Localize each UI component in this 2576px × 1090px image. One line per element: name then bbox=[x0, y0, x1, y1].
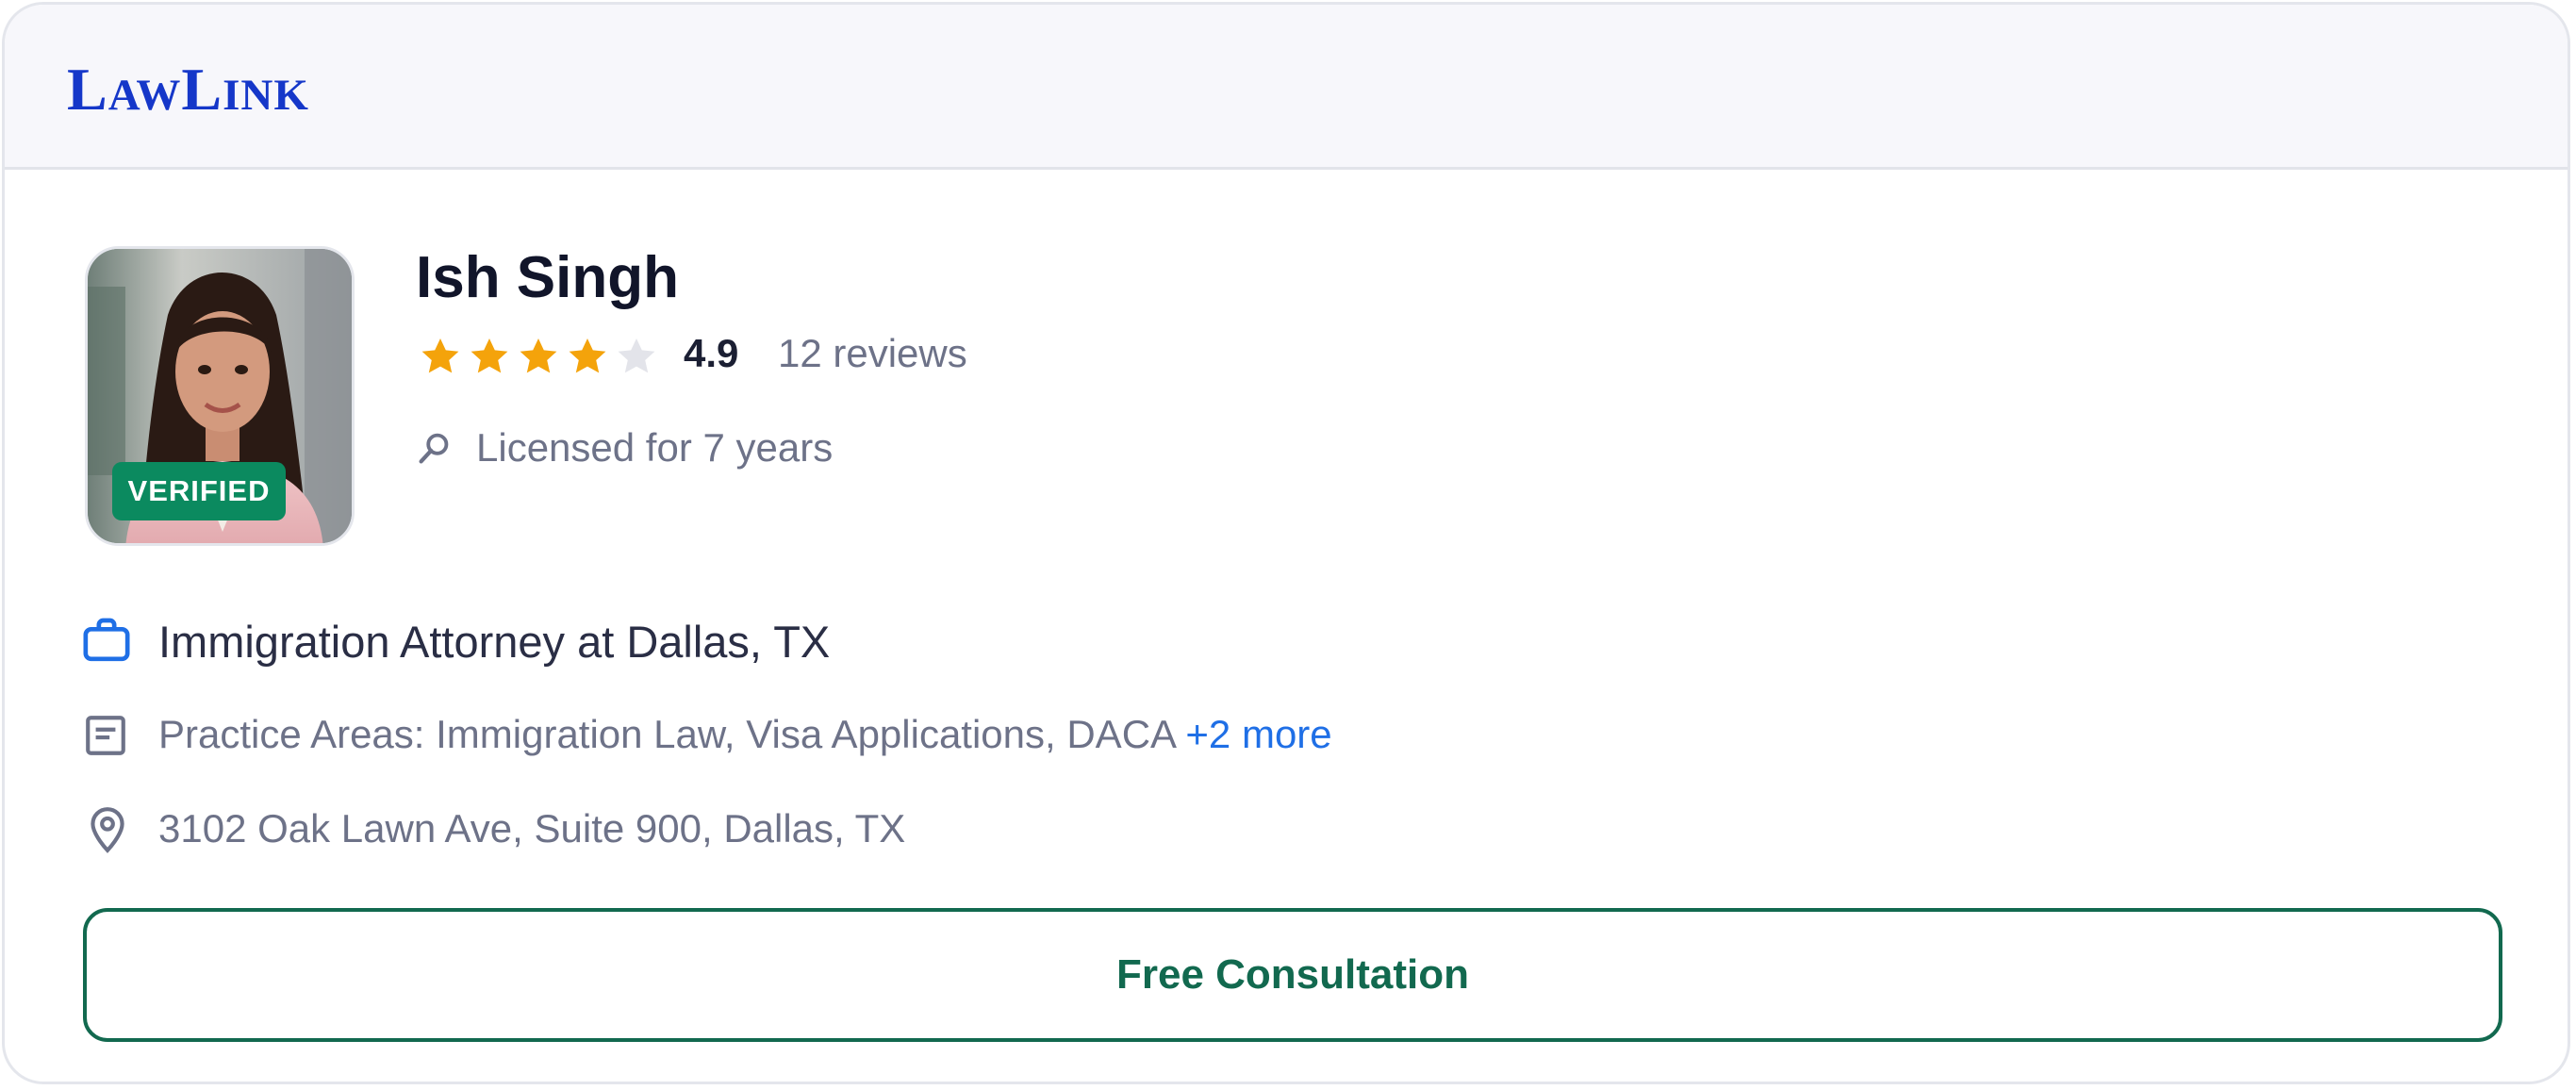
briefcase-icon bbox=[83, 618, 130, 662]
free-consultation-button[interactable]: Free Consultation bbox=[83, 908, 2502, 1042]
document-icon bbox=[86, 716, 125, 755]
practice-areas-label: Practice Areas: Immigration Law, Visa Ap… bbox=[158, 712, 1175, 756]
practice-areas-more-link[interactable]: +2 more bbox=[1185, 712, 1331, 756]
practice-areas: Practice Areas: Immigration Law, Visa Ap… bbox=[158, 712, 1332, 757]
licensed-years: Licensed for 7 years bbox=[476, 425, 834, 470]
star-filled-icon bbox=[471, 339, 508, 373]
star-empty-icon bbox=[618, 339, 655, 373]
lawlink-logo[interactable]: LAWLINK bbox=[67, 59, 309, 120]
location-pin-icon bbox=[91, 807, 124, 853]
star-filled-icon bbox=[421, 339, 459, 373]
reviews-count[interactable]: 12 reviews bbox=[778, 331, 967, 376]
star-rating bbox=[416, 333, 661, 380]
verified-badge: VERIFIED bbox=[112, 462, 286, 520]
search-icon bbox=[419, 433, 449, 464]
card-header: LAWLINK bbox=[5, 5, 2568, 170]
attorney-avatar[interactable]: VERIFIED bbox=[85, 246, 355, 546]
office-address: 3102 Oak Lawn Ave, Suite 900, Dallas, TX bbox=[158, 806, 906, 851]
attorney-card: LAWLINK VERIFIED Ish Singh 4.9 12 review… bbox=[2, 2, 2570, 1084]
attorney-title: Immigration Attorney at Dallas, TX bbox=[158, 617, 831, 667]
star-filled-icon bbox=[520, 339, 557, 373]
star-filled-icon bbox=[569, 339, 606, 373]
attorney-name[interactable]: Ish Singh bbox=[416, 245, 679, 310]
rating-value: 4.9 bbox=[684, 331, 739, 375]
